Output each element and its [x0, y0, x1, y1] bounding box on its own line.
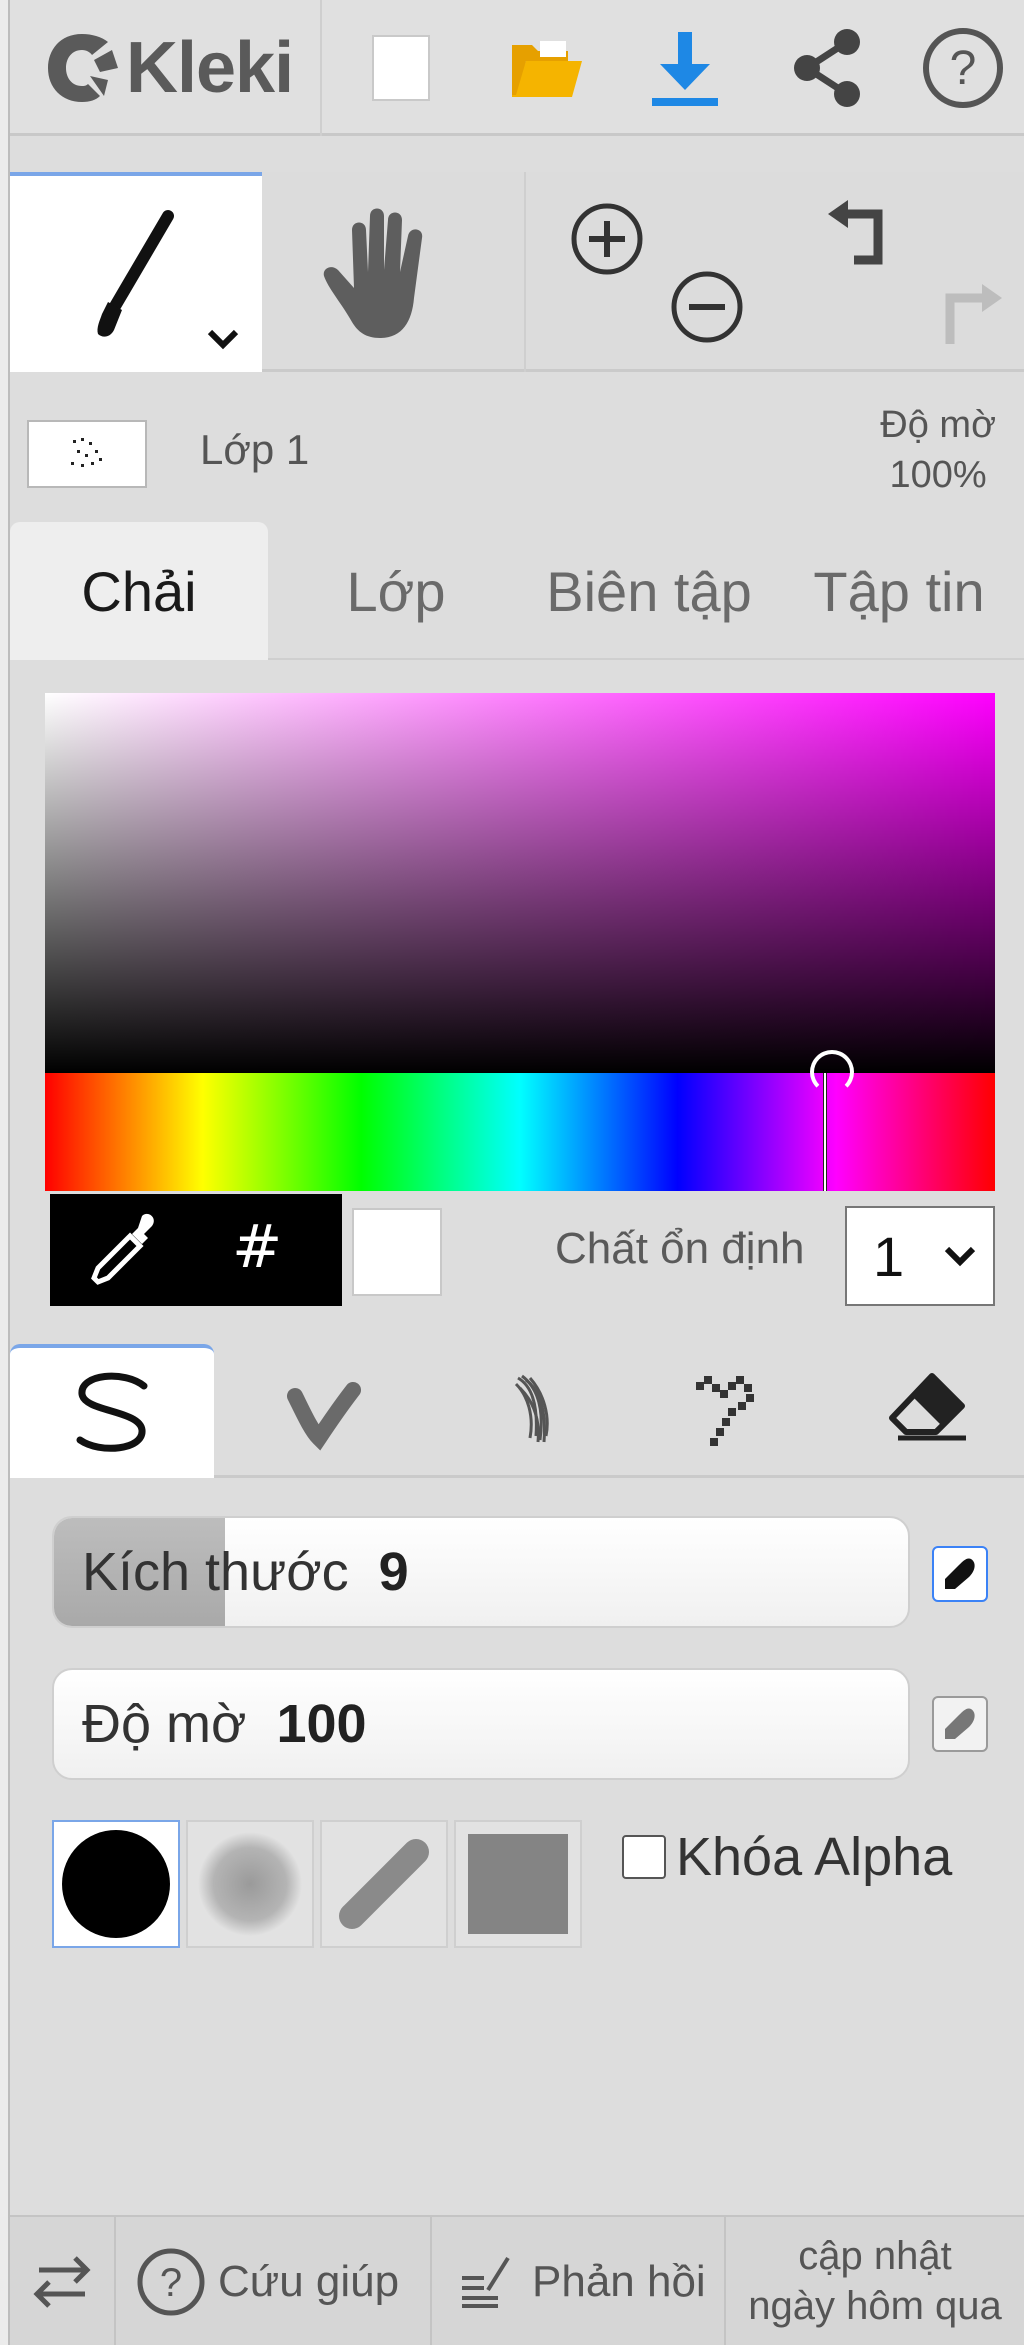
logo-text: Kleki	[126, 28, 294, 108]
saturation-value-picker[interactable]	[45, 693, 995, 1073]
size-slider-text: Kích thước 9	[82, 1518, 409, 1626]
opacity-slider-label: Độ mờ	[82, 1694, 247, 1754]
circle-hard-icon	[62, 1830, 170, 1938]
help-icon: ?	[137, 2248, 205, 2316]
shape-chalk[interactable]	[320, 1820, 448, 1948]
zoom-out-icon[interactable]	[668, 268, 746, 346]
brush-type-row	[10, 1344, 1024, 1478]
redo-icon[interactable]	[916, 272, 1006, 352]
top-toolbar: Kleki ?	[10, 0, 1024, 136]
tab-edit[interactable]: Biên tập	[524, 522, 774, 660]
panel-tabs: Chải Lớp Biên tập Tập tin	[10, 522, 1024, 660]
size-slider[interactable]: Kích thước 9	[52, 1516, 910, 1628]
chevron-down-icon	[944, 1246, 976, 1267]
sketchy-brush-icon	[514, 1374, 549, 1443]
help-link[interactable]: ? Cứu giúp	[116, 2217, 432, 2345]
eraser-icon	[889, 1373, 966, 1441]
undo-icon[interactable]	[824, 198, 914, 278]
logo[interactable]: Kleki	[10, 0, 322, 136]
tab-brush[interactable]: Chải	[10, 522, 268, 660]
canvas-edge	[0, 0, 10, 2345]
zoom-in-icon[interactable]	[568, 200, 646, 278]
feedback-icon	[462, 2256, 510, 2308]
chevron-down-icon[interactable]	[206, 328, 240, 350]
kleki-logo-icon	[48, 34, 118, 102]
new-image-icon	[372, 35, 430, 101]
hand-icon	[323, 208, 423, 338]
pen-brush-icon	[76, 1372, 148, 1452]
layer-opacity: Độ mờ 100%	[880, 400, 996, 500]
feedback-link-label: Phản hồi	[532, 2257, 706, 2306]
opacity-slider-text: Độ mờ 100	[82, 1670, 367, 1778]
feedback-link[interactable]: Phản hồi	[432, 2217, 726, 2345]
folder-icon	[512, 41, 582, 97]
update-line-1: cập nhật	[798, 2234, 952, 2278]
stabilizer-value: 1	[873, 1224, 905, 1288]
bottom-bar: ? Cứu giúp Phản hồi cập nhật ngày hôm qu…	[10, 2215, 1024, 2345]
eraser-button[interactable]	[832, 1344, 1024, 1478]
history-controls	[786, 172, 1024, 372]
hex-input-button[interactable]: #	[232, 1212, 282, 1282]
alpha-lock-label: Khóa Alpha	[676, 1827, 953, 1887]
pen-pressure-icon	[945, 1708, 975, 1739]
tool-panel: Kleki ? Lớp 1 Độ mờ 100% Chải Lớp Biên t…	[10, 0, 1024, 2345]
update-info-link[interactable]: cập nhật ngày hôm qua	[726, 2217, 1024, 2345]
blend-brush-icon	[287, 1382, 361, 1451]
opacity-slider-value: 100	[276, 1694, 367, 1754]
square-icon	[468, 1834, 568, 1934]
picker-tools: #	[50, 1194, 342, 1306]
layer-opacity-label: Độ mờ	[880, 404, 996, 446]
tool-row	[10, 172, 1024, 372]
hue-slider[interactable]	[45, 1073, 995, 1191]
circle-soft-icon	[198, 1832, 302, 1936]
new-image-button[interactable]	[356, 0, 446, 136]
stabilizer-select[interactable]: 1	[845, 1206, 995, 1306]
swap-side-button[interactable]	[10, 2217, 116, 2345]
layer-thumbnail[interactable]	[27, 420, 147, 488]
help-button[interactable]: ?	[908, 0, 1018, 136]
shape-square[interactable]	[454, 1820, 582, 1948]
update-line-2: ngày hôm qua	[748, 2284, 1002, 2328]
swap-arrows-icon	[33, 2256, 91, 2308]
alpha-lock-checkbox[interactable]	[622, 1835, 666, 1879]
layer-thumbnail-icon	[71, 438, 102, 467]
layer-name: Lớp 1	[200, 426, 310, 473]
eyedropper-icon[interactable]	[80, 1206, 170, 1296]
chalk-stroke-icon	[339, 1839, 429, 1929]
hand-tool-button[interactable]	[262, 172, 524, 372]
tab-file[interactable]: Tập tin	[774, 522, 1024, 660]
pen-pressure-icon	[945, 1558, 975, 1589]
svg-text:?: ?	[950, 42, 977, 95]
size-slider-value: 9	[378, 1542, 409, 1602]
sketchy-brush-button[interactable]	[432, 1344, 632, 1478]
size-slider-label: Kích thước	[82, 1542, 349, 1602]
alpha-lock-toggle[interactable]: Khóa Alpha	[622, 1826, 952, 1888]
stabilizer-label: Chất ổn định	[555, 1224, 805, 1273]
svg-text:?: ?	[160, 2261, 182, 2305]
color-picker-handle[interactable]	[810, 1050, 854, 1094]
layer-opacity-value: 100%	[889, 454, 987, 496]
brush-tool-button[interactable]	[10, 172, 262, 372]
download-button[interactable]	[630, 0, 740, 136]
layer-preview-row[interactable]: Lớp 1 Độ mờ 100%	[10, 372, 1024, 522]
opacity-slider[interactable]: Độ mờ 100	[52, 1668, 910, 1780]
blend-brush-button[interactable]	[214, 1344, 432, 1478]
help-icon: ?	[923, 28, 1003, 108]
open-file-button[interactable]	[492, 0, 602, 136]
zoom-controls	[524, 172, 784, 372]
share-button[interactable]	[772, 0, 882, 136]
help-link-label: Cứu giúp	[218, 2257, 400, 2306]
pen-brush-button[interactable]	[10, 1344, 214, 1478]
download-icon	[652, 32, 718, 106]
pixel-brush-icon	[696, 1376, 754, 1446]
shape-round-soft[interactable]	[186, 1820, 314, 1948]
current-color-swatch[interactable]	[352, 1208, 442, 1296]
opacity-pressure-toggle[interactable]	[932, 1696, 988, 1752]
pixel-brush-button[interactable]	[632, 1344, 832, 1478]
tab-layers[interactable]: Lớp	[268, 522, 524, 660]
shape-round-hard[interactable]	[52, 1820, 180, 1948]
share-icon	[794, 29, 860, 107]
size-pressure-toggle[interactable]	[932, 1546, 988, 1602]
